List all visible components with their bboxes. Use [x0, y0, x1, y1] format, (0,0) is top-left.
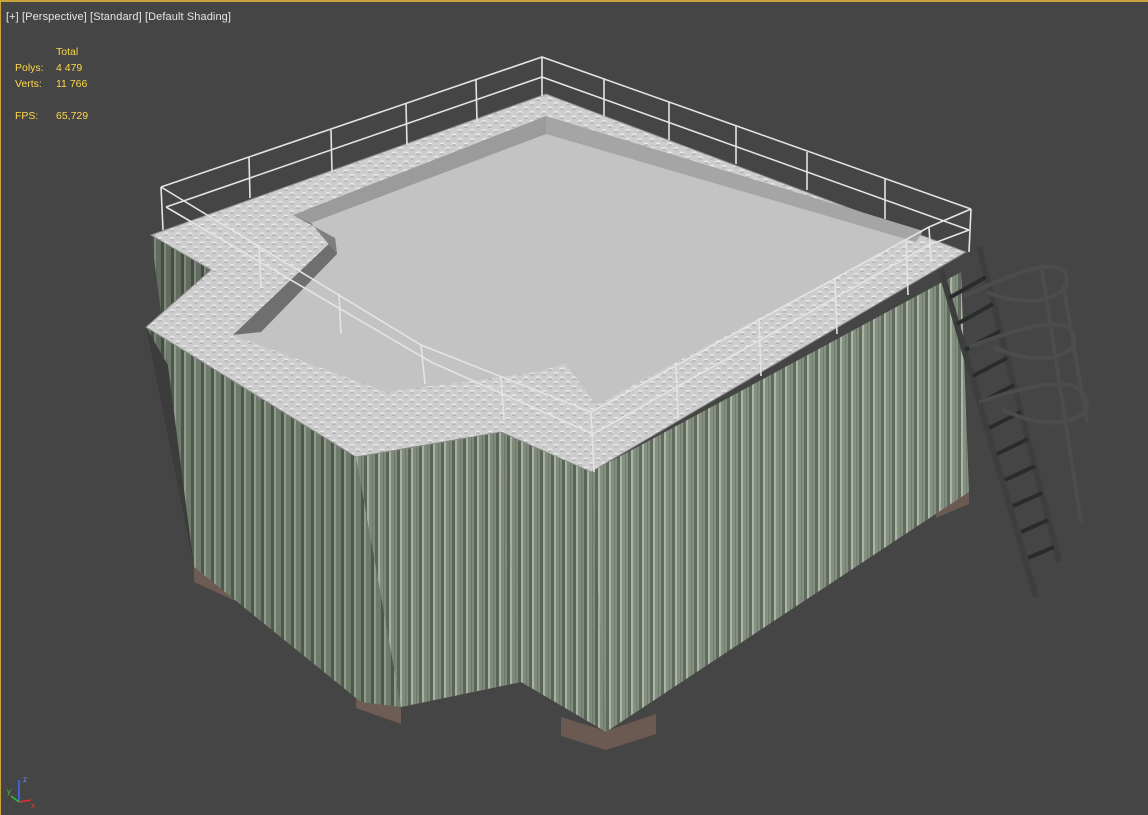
- y-axis-label: y: [7, 787, 11, 796]
- z-axis-label: z: [23, 775, 27, 784]
- x-axis-icon: [18, 799, 32, 803]
- viewport-perspective[interactable]: [+] [Perspective] [Standard] [Default Sh…: [0, 0, 1148, 815]
- y-axis-icon: [10, 795, 20, 803]
- x-axis-label: x: [31, 801, 35, 810]
- axis-gizmo: z x y: [7, 775, 35, 810]
- scene-render[interactable]: [1, 2, 1148, 815]
